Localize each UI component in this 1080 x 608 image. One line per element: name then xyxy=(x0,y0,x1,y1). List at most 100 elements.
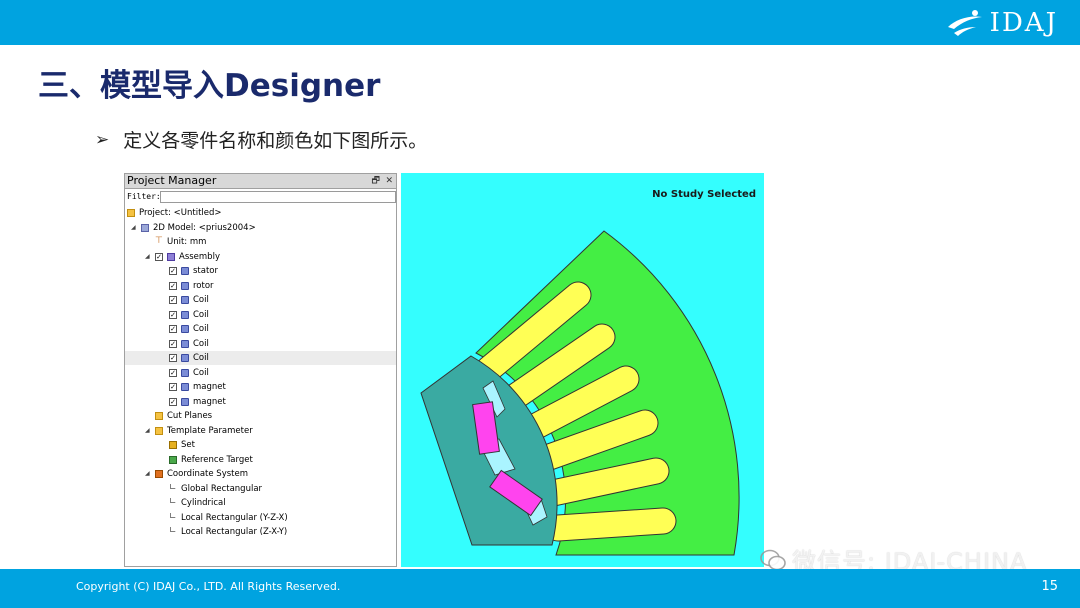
axes-icon: ∟ xyxy=(169,526,177,536)
ref-icon xyxy=(169,455,177,464)
swoosh-icon xyxy=(947,10,982,36)
coil-shape xyxy=(545,508,676,541)
tree-item[interactable]: ∟ Cylindrical xyxy=(125,496,396,510)
model-icon xyxy=(141,223,149,232)
tree-expand-icon[interactable]: ◢ xyxy=(145,467,150,481)
pin-icon[interactable]: 🗗 xyxy=(372,174,380,188)
top-bar: IDAJ xyxy=(0,0,1080,45)
tree-item[interactable]: ✓ rotor xyxy=(125,279,396,293)
tree-item[interactable]: ◢ ✓ Assembly xyxy=(125,250,396,264)
tree-item[interactable]: ∟ Local Rectangular (Z-X-Y) xyxy=(125,525,396,539)
tree-item-label: rotor xyxy=(193,280,214,291)
assembly-icon xyxy=(167,252,175,261)
tree-item[interactable]: ◢ Coordinate System xyxy=(125,467,396,481)
tree-item[interactable]: ◢ Template Parameter xyxy=(125,424,396,438)
tree-item-label: Coil xyxy=(193,324,209,334)
logo-text: IDAJ xyxy=(989,8,1058,38)
filter-bar: Filter: xyxy=(125,189,396,205)
unit-icon: ⊤ xyxy=(155,236,163,246)
tree-expand-icon[interactable]: ◢ xyxy=(131,221,136,235)
tree-item[interactable]: ✓ stator xyxy=(125,264,396,278)
tree-item-label: Coil xyxy=(193,295,209,305)
tree-item[interactable]: ∟ Local Rectangular (Y-Z-X) xyxy=(125,511,396,525)
slide-title: 三、模型导入Designer xyxy=(38,68,381,104)
set-icon xyxy=(169,441,177,449)
tree-item[interactable]: ✓ Coil xyxy=(125,322,396,336)
tree-item-label: Coil xyxy=(193,367,209,378)
tree-item-label: magnet xyxy=(193,396,226,407)
tree-item-label: Local Rectangular (Z-X-Y) xyxy=(181,527,288,537)
tree-item-label: Cut Planes xyxy=(167,411,213,421)
bullet-item: ➢ 定义各零件名称和颜色如下图所示。 xyxy=(95,126,427,153)
visibility-checkbox[interactable]: ✓ xyxy=(169,267,177,275)
cs-icon xyxy=(155,470,163,478)
tree-expand-icon[interactable]: ◢ xyxy=(145,424,150,438)
part-icon xyxy=(181,397,189,406)
part-icon xyxy=(181,325,189,333)
tree-item[interactable]: ✓ Coil xyxy=(125,337,396,351)
tree-item[interactable]: ✓ magnet xyxy=(125,380,396,394)
part-icon xyxy=(181,354,189,362)
copyright-text: Copyright (C) IDAJ Co., LTD. All Rights … xyxy=(76,580,341,593)
tree-item[interactable]: ◢ 2D Model: <prius2004> xyxy=(125,221,396,235)
visibility-checkbox[interactable]: ✓ xyxy=(169,325,177,333)
visibility-checkbox[interactable]: ✓ xyxy=(169,354,177,362)
tree-item-label: 2D Model: <prius2004> xyxy=(153,222,256,233)
filter-input[interactable] xyxy=(160,191,396,203)
tree-item-label: Reference Target xyxy=(181,454,253,465)
axes-icon: ∟ xyxy=(169,497,177,507)
visibility-checkbox[interactable]: ✓ xyxy=(169,397,177,406)
part-icon xyxy=(181,383,189,391)
tree-item-label: Coordinate System xyxy=(167,469,248,479)
part-icon xyxy=(181,281,189,290)
tree-item-label: stator xyxy=(193,266,218,276)
visibility-checkbox[interactable]: ✓ xyxy=(169,296,177,304)
tree-item-label: Coil xyxy=(193,353,209,363)
visibility-checkbox[interactable]: ✓ xyxy=(169,339,177,348)
tree-item-label: Unit: mm xyxy=(167,237,207,247)
tree-item[interactable]: ✓ Coil xyxy=(125,351,396,365)
bullet-arrow-icon: ➢ xyxy=(95,129,110,150)
tree-item-label: Cylindrical xyxy=(181,498,226,508)
visibility-checkbox[interactable]: ✓ xyxy=(169,383,177,391)
tree-item[interactable]: ✓ magnet xyxy=(125,395,396,409)
tree-item-label: Project: <Untitled> xyxy=(139,208,222,218)
tree-item[interactable]: Reference Target xyxy=(125,453,396,467)
study-status-text: No Study Selected xyxy=(652,189,756,200)
part-icon xyxy=(181,267,189,275)
tree-item[interactable]: ✓ Coil xyxy=(125,293,396,307)
motor-geometry xyxy=(401,173,764,567)
tree-item[interactable]: Cut Planes xyxy=(125,409,396,423)
axes-icon: ∟ xyxy=(169,482,177,493)
folder-icon xyxy=(127,209,135,217)
bullet-text: 定义各零件名称和颜色如下图所示。 xyxy=(123,130,428,152)
folder-icon xyxy=(155,412,163,420)
visibility-checkbox[interactable]: ✓ xyxy=(169,368,177,377)
tree-item-label: magnet xyxy=(193,382,226,392)
filter-label: Filter: xyxy=(127,192,161,201)
model-viewport[interactable]: No Study Selected xyxy=(401,173,764,567)
part-icon xyxy=(181,339,189,348)
tree-item-label: Coil xyxy=(193,338,209,349)
tree-item[interactable]: Project: <Untitled> xyxy=(125,206,396,220)
tree-item[interactable]: ⊤ Unit: mm xyxy=(125,235,396,249)
close-icon[interactable]: ✕ xyxy=(385,174,393,188)
tree-item[interactable]: ∟ Global Rectangular xyxy=(125,482,396,496)
visibility-checkbox[interactable]: ✓ xyxy=(169,310,177,319)
part-icon xyxy=(181,368,189,377)
tree-item-label: Template Parameter xyxy=(167,425,253,436)
tree-item[interactable]: ✓ Coil xyxy=(125,308,396,322)
visibility-checkbox[interactable]: ✓ xyxy=(169,281,177,290)
tree-item[interactable]: ✓ Coil xyxy=(125,366,396,380)
axes-icon: ∟ xyxy=(169,511,177,522)
panel-header: Project Manager 🗗 ✕ xyxy=(125,174,396,189)
tree-item-label: Local Rectangular (Y-Z-X) xyxy=(181,512,288,523)
project-manager-panel: Project Manager 🗗 ✕ Filter: Project: <Un… xyxy=(124,173,397,567)
folder-icon xyxy=(155,426,163,435)
tree-expand-icon[interactable]: ◢ xyxy=(145,250,150,264)
visibility-checkbox[interactable]: ✓ xyxy=(155,252,163,261)
tree-item[interactable]: Set xyxy=(125,438,396,452)
idaj-logo: IDAJ xyxy=(946,6,1058,40)
part-icon xyxy=(181,296,189,304)
panel-title: Project Manager xyxy=(127,174,217,187)
